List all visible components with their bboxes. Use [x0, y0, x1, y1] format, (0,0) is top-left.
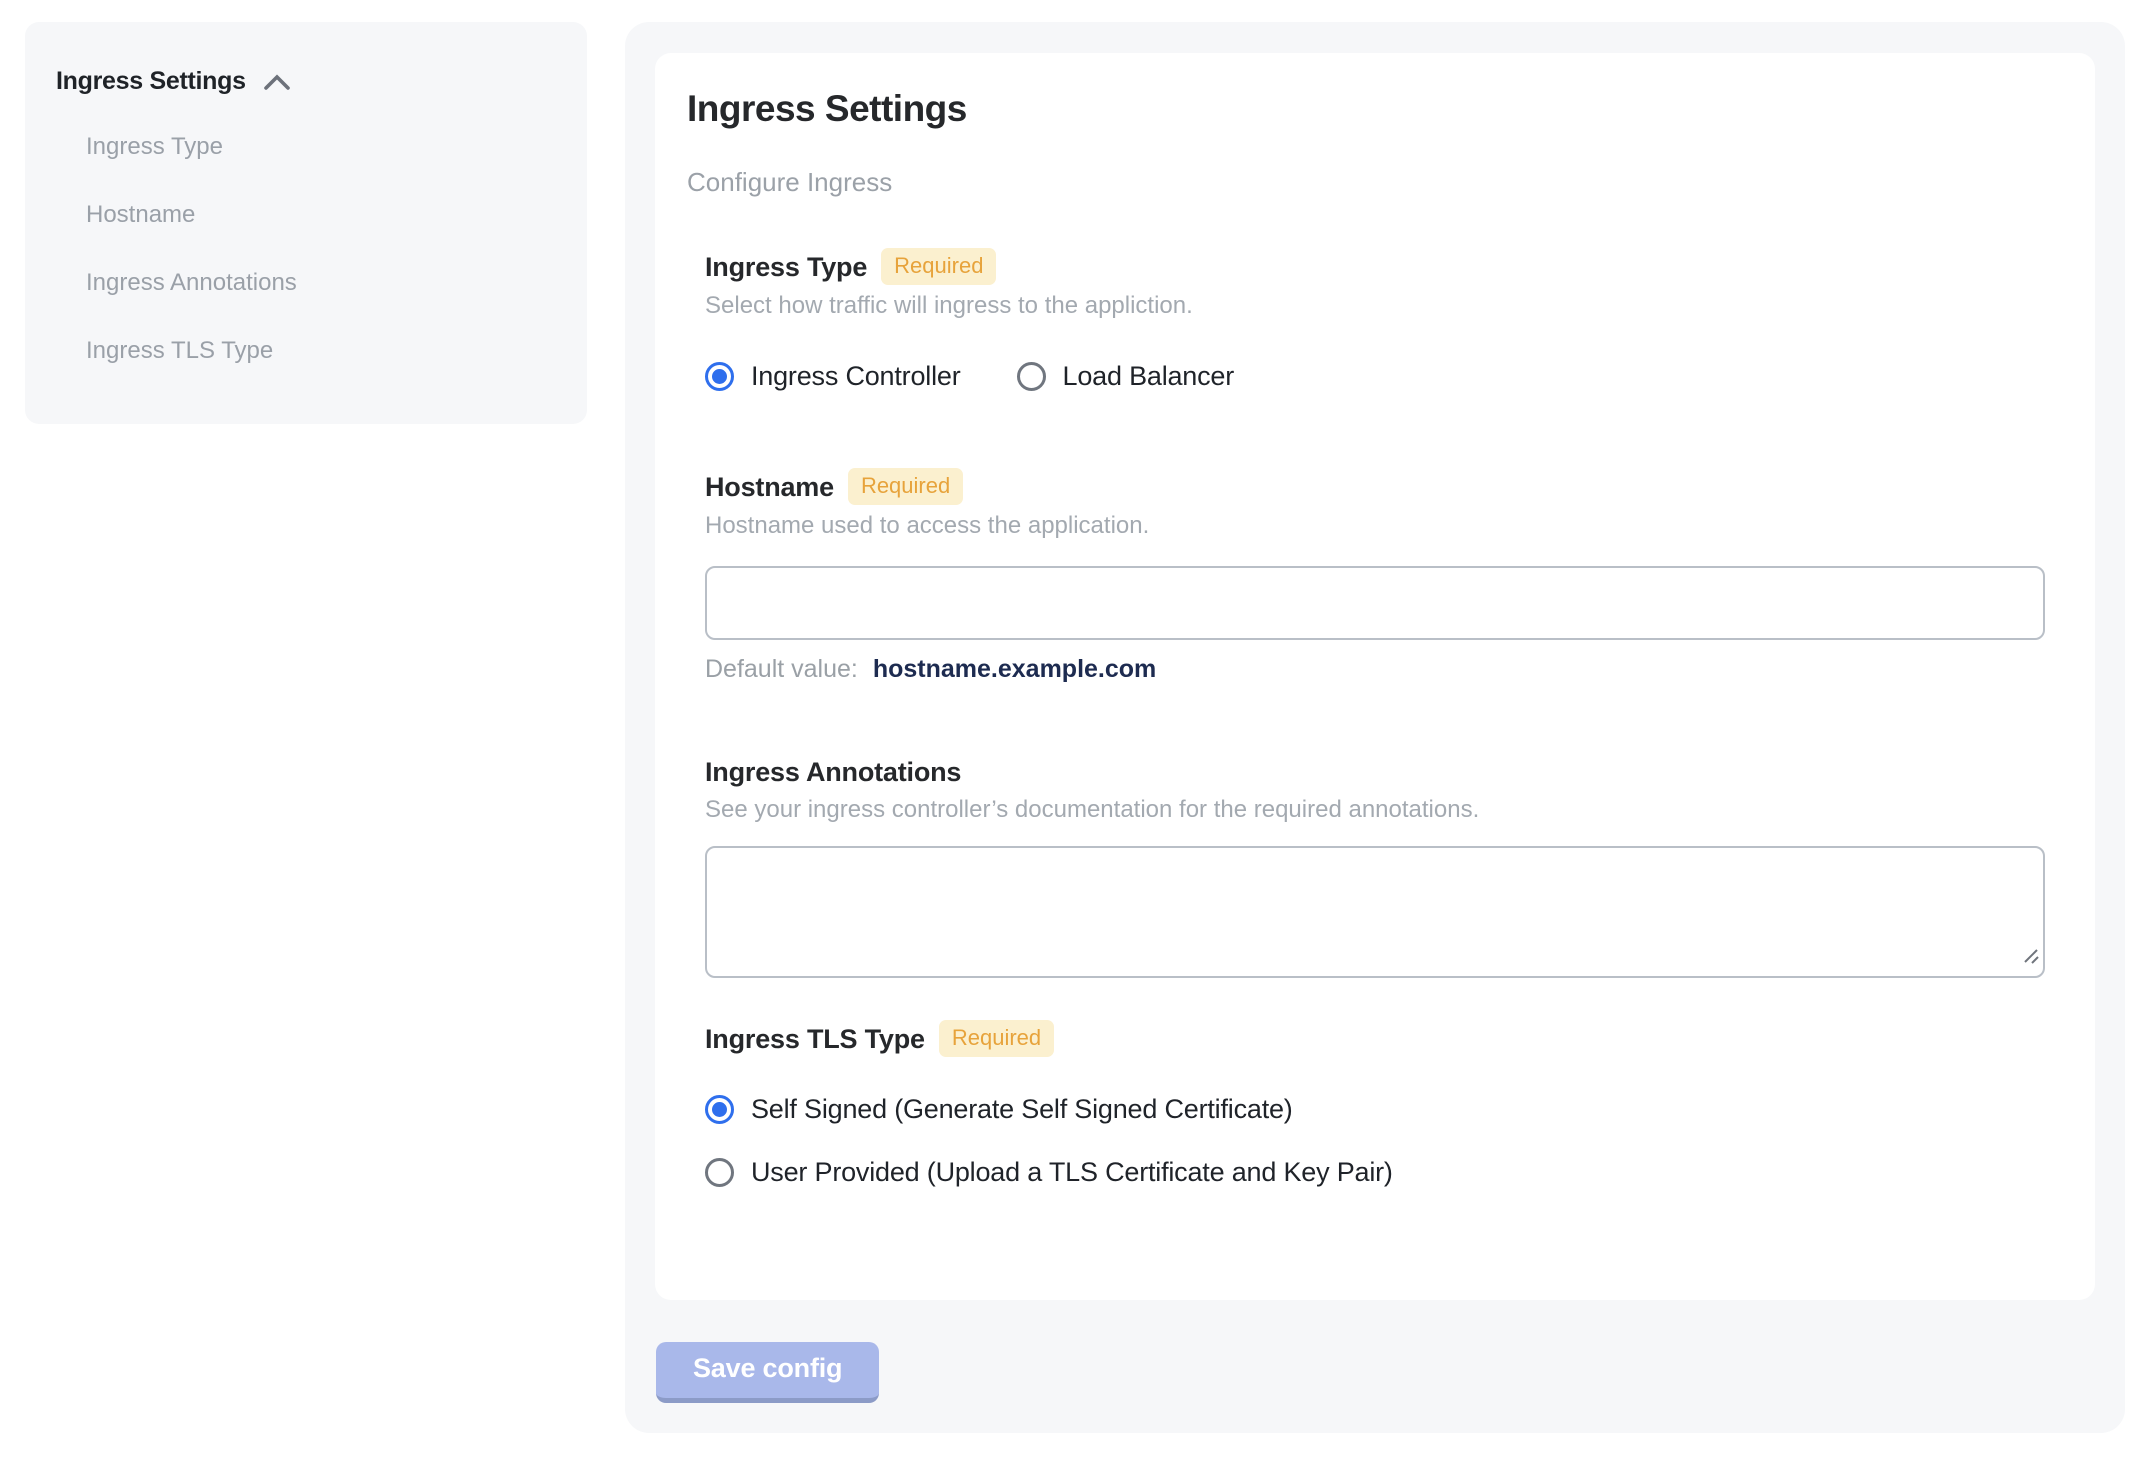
- tls-option-row: User Provided (Upload a TLS Certificate …: [705, 1156, 2045, 1188]
- required-badge: Required: [938, 1020, 1055, 1057]
- sidebar-item-hostname[interactable]: Hostname: [86, 200, 567, 230]
- radio-label: Ingress Controller: [751, 360, 961, 391]
- field-label-ingress-annotations: Ingress Annotations: [705, 757, 962, 787]
- page-subtitle: Configure Ingress: [687, 167, 893, 197]
- field-ingress-tls-type: Ingress TLS Type Required Self Signed (G…: [705, 1020, 2045, 1188]
- field-label-hostname: Hostname: [705, 471, 834, 502]
- default-value-text: hostname.example.com: [872, 655, 1157, 683]
- settings-panel: Ingress Settings Configure Ingress Ingre…: [625, 22, 2125, 1433]
- radio-label: User Provided (Upload a TLS Certificate …: [751, 1156, 1393, 1187]
- sidebar-nav: Ingress Settings Ingress Type Hostname I…: [25, 22, 587, 424]
- field-ingress-type: Ingress Type Required Select how traffic…: [705, 248, 2045, 392]
- field-label-ingress-type: Ingress Type: [705, 251, 868, 282]
- field-helper-hostname: Hostname used to access the application.: [705, 512, 1150, 539]
- field-hostname: Hostname Required Hostname used to acces…: [705, 468, 2045, 685]
- page: Ingress Settings Ingress Type Hostname I…: [0, 0, 2156, 1474]
- required-badge: Required: [847, 468, 964, 505]
- sidebar-section-title: Ingress Settings: [56, 67, 246, 95]
- radio-selected-icon[interactable]: [705, 1094, 734, 1124]
- radio-selected-icon[interactable]: [705, 361, 734, 391]
- annotations-textarea[interactable]: [705, 846, 2045, 978]
- field-label-ingress-tls-type: Ingress TLS Type: [705, 1023, 925, 1054]
- hostname-input[interactable]: [705, 566, 2045, 640]
- ingress-type-options: Ingress Controller Load Balancer: [705, 360, 2045, 392]
- chevron-up-icon: [262, 73, 292, 93]
- save-config-button[interactable]: Save config: [656, 1342, 880, 1403]
- sidebar-item-list: Ingress Type Hostname Ingress Annotation…: [56, 132, 567, 366]
- field-label-row: Hostname Required: [705, 468, 2045, 505]
- field-label-row: Ingress Type Required: [705, 248, 2045, 285]
- field-helper-ingress-annotations: See your ingress controller’s documentat…: [705, 796, 1480, 823]
- radio-label: Load Balancer: [1062, 360, 1235, 391]
- radio-unselected-icon[interactable]: [1016, 361, 1046, 391]
- default-value-label: Default value:: [705, 655, 858, 683]
- sidebar-section-header[interactable]: Ingress Settings: [56, 66, 292, 96]
- radio-unselected-icon[interactable]: [705, 1157, 734, 1187]
- sidebar-item-ingress-type[interactable]: Ingress Type: [86, 132, 567, 162]
- radio-option-ingress-controller[interactable]: Ingress Controller: [705, 361, 961, 392]
- field-ingress-annotations: Ingress Annotations See your ingress con…: [705, 755, 2045, 978]
- hostname-default-line: Default value: hostname.example.com: [705, 654, 2045, 685]
- required-badge: Required: [881, 248, 997, 285]
- field-label-row: Ingress Annotations: [705, 755, 2045, 789]
- field-helper-ingress-type: Select how traffic will ingress to the a…: [705, 292, 1193, 319]
- radio-option-user-provided[interactable]: User Provided (Upload a TLS Certificate …: [705, 1157, 1393, 1188]
- radio-option-load-balancer[interactable]: Load Balancer: [1016, 360, 1235, 392]
- sidebar-item-ingress-tls-type[interactable]: Ingress TLS Type: [86, 336, 567, 366]
- ingress-settings-card: Ingress Settings Configure Ingress Ingre…: [655, 53, 2095, 1300]
- radio-option-self-signed[interactable]: Self Signed (Generate Self Signed Certif…: [705, 1094, 1293, 1125]
- sidebar-item-ingress-annotations[interactable]: Ingress Annotations: [86, 268, 567, 298]
- annotations-textarea-wrap: [705, 846, 2045, 978]
- page-title: Ingress Settings: [687, 88, 967, 129]
- field-label-row: Ingress TLS Type Required: [705, 1020, 2045, 1057]
- form-sections: Ingress Type Required Select how traffic…: [705, 248, 2045, 1188]
- tls-option-row: Self Signed (Generate Self Signed Certif…: [705, 1093, 2045, 1125]
- radio-label: Self Signed (Generate Self Signed Certif…: [751, 1093, 1293, 1124]
